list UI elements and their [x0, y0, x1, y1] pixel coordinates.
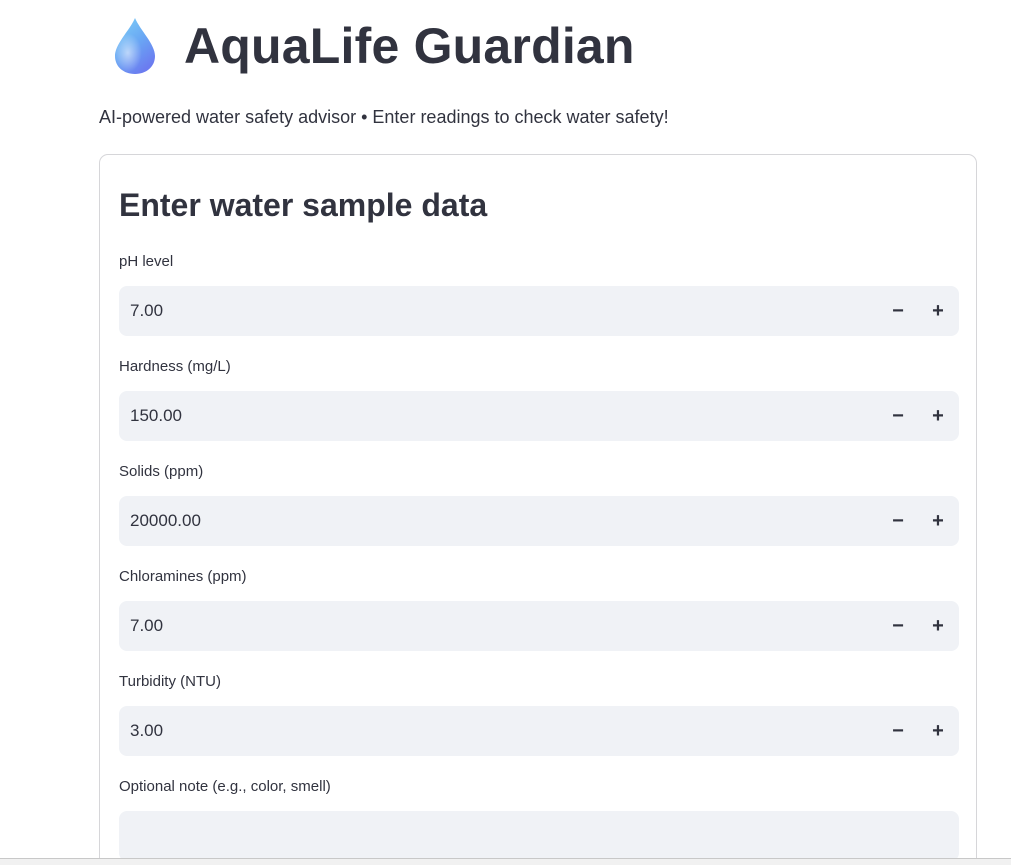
page-subtitle: AI-powered water safety advisor • Enter … — [99, 107, 669, 127]
hardness-value[interactable]: 150.00 — [119, 406, 878, 426]
water-drop-icon — [115, 18, 155, 74]
note-label: Optional note (e.g., color, smell) — [119, 778, 331, 795]
ph-input[interactable]: 7.00 − + — [119, 286, 959, 336]
solids-label: Solids (ppm) — [119, 463, 204, 480]
chloramines-decrement-button[interactable]: − — [878, 601, 918, 651]
solids-value[interactable]: 20000.00 — [119, 511, 878, 531]
hardness-input[interactable]: 150.00 − + — [119, 391, 959, 441]
turbidity-decrement-button[interactable]: − — [878, 706, 918, 756]
ph-value[interactable]: 7.00 — [119, 301, 878, 321]
chloramines-label: Chloramines (ppm) — [119, 568, 247, 585]
chloramines-increment-button[interactable]: + — [918, 601, 958, 651]
turbidity-label: Turbidity (NTU) — [119, 673, 221, 690]
hardness-label: Hardness (mg/L) — [119, 358, 231, 375]
sample-form: Enter water sample data pH level 7.00 − … — [99, 154, 977, 865]
chloramines-input[interactable]: 7.00 − + — [119, 601, 959, 651]
ph-decrement-button[interactable]: − — [878, 286, 918, 336]
page-title: AquaLife Guardian — [184, 18, 635, 74]
turbidity-input[interactable]: 3.00 − + — [119, 706, 959, 756]
chloramines-value[interactable]: 7.00 — [119, 616, 878, 636]
turbidity-value[interactable]: 3.00 — [119, 721, 878, 741]
ph-increment-button[interactable]: + — [918, 286, 958, 336]
ph-label: pH level — [119, 253, 174, 270]
chloramines-field: Chloramines (ppm) 7.00 − + — [119, 567, 959, 651]
turbidity-increment-button[interactable]: + — [918, 706, 958, 756]
solids-input[interactable]: 20000.00 − + — [119, 496, 959, 546]
hardness-increment-button[interactable]: + — [918, 391, 958, 441]
hardness-field: Hardness (mg/L) 150.00 − + — [119, 357, 959, 441]
solids-increment-button[interactable]: + — [918, 496, 958, 546]
page: AquaLife Guardian AI-powered water safet… — [0, 0, 1011, 865]
note-field: Optional note (e.g., color, smell) — [119, 777, 959, 861]
solids-decrement-button[interactable]: − — [878, 496, 918, 546]
hardness-decrement-button[interactable]: − — [878, 391, 918, 441]
note-input[interactable] — [119, 811, 959, 861]
app-header: AquaLife Guardian — [112, 16, 635, 76]
turbidity-field: Turbidity (NTU) 3.00 − + — [119, 672, 959, 756]
horizontal-scrollbar[interactable] — [0, 858, 1011, 865]
solids-field: Solids (ppm) 20000.00 − + — [119, 462, 959, 546]
ph-field: pH level 7.00 − + — [119, 252, 959, 336]
form-title: Enter water sample data — [119, 187, 488, 223]
